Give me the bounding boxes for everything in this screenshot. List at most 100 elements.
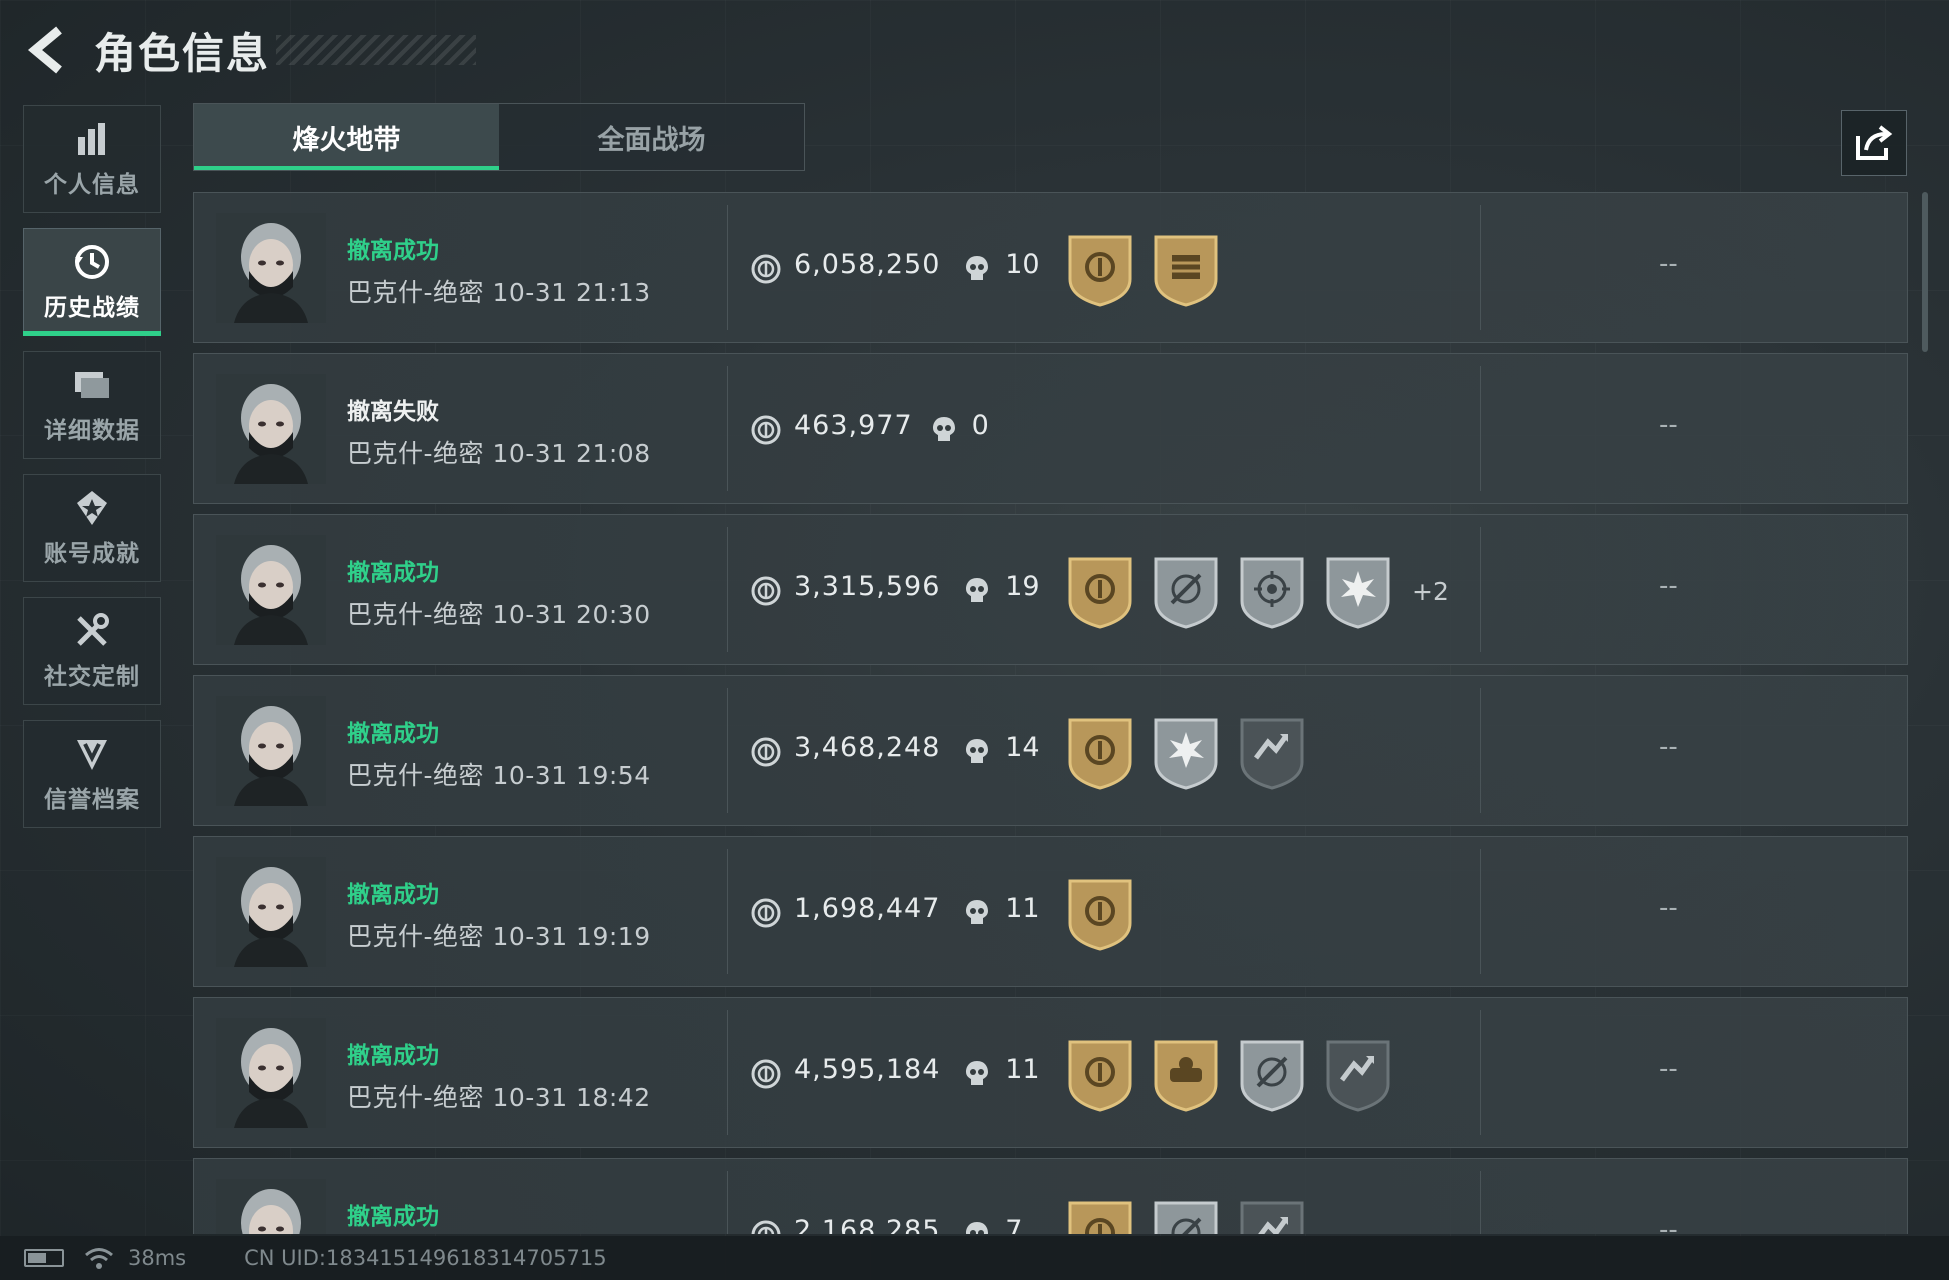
share-icon <box>1856 125 1893 160</box>
match-record-row[interactable]: 撤离成功巴克什-绝密 10-31 19:54 3,468,248 14 -- <box>193 675 1908 826</box>
extra-info: -- <box>1659 410 1678 440</box>
gold-crate-badge-icon[interactable] <box>1152 231 1220 307</box>
extraction-status: 撤离失败 <box>347 399 439 425</box>
badge-list <box>1066 714 1324 790</box>
badge-list: +2 <box>1066 553 1449 629</box>
skull-icon <box>966 900 989 924</box>
gold-coin-badge-icon[interactable] <box>1066 714 1134 790</box>
kill-count: 7 <box>1005 1215 1023 1234</box>
haul-value: 2,168,285 <box>794 1215 941 1234</box>
operator-avatar <box>216 535 326 645</box>
more-badges-count[interactable]: +2 <box>1412 577 1449 606</box>
map-and-time: 巴克什-绝密 10-31 18:42 <box>347 1083 651 1112</box>
tab-fenghuo-zone[interactable]: 烽火地带 <box>194 104 499 170</box>
match-history-list: 撤离成功 巴克什-绝密 10-31 21:13 6,058,250 10 -- 撤离失败巴… <box>193 192 1908 1234</box>
silver-burst-badge-icon[interactable] <box>1152 714 1220 790</box>
operator-avatar <box>216 1018 326 1128</box>
extra-info: -- <box>1659 571 1678 601</box>
match-record-row[interactable]: 撤离成功巴克什-绝密 10-31 18:02,168,2857-- <box>193 1158 1908 1234</box>
tab-full-battlefield[interactable]: 全面战场 <box>499 104 804 170</box>
column-divider <box>727 527 728 652</box>
gold-coin-badge-icon[interactable] <box>1066 1036 1134 1112</box>
map-and-time: 巴克什-绝密 10-31 19:54 <box>347 761 651 790</box>
silver-burst-badge-icon[interactable] <box>1324 553 1392 629</box>
operator-avatar <box>216 857 326 967</box>
haul-value: 1,698,447 <box>794 893 941 924</box>
operator-avatar <box>216 1179 326 1234</box>
page-title: 角色信息 <box>94 28 271 78</box>
column-divider <box>727 205 728 330</box>
column-divider <box>1480 849 1481 974</box>
sidebar-item-label: 社交定制 <box>44 664 140 690</box>
extra-info: -- <box>1659 249 1678 279</box>
coin-icon <box>751 1059 781 1089</box>
dark-arrow-badge-icon[interactable] <box>1238 1197 1306 1234</box>
extraction-status: 撤离成功 <box>347 560 439 586</box>
extra-info: -- <box>1659 732 1678 762</box>
sidebar-item-history[interactable]: 历史战绩 <box>23 228 161 336</box>
badge-list <box>1066 1197 1324 1234</box>
dark-arrow-badge-icon[interactable] <box>1238 714 1306 790</box>
badge-list <box>1066 875 1152 951</box>
extraction-status: 撤离成功 <box>347 721 439 747</box>
column-divider <box>1480 1010 1481 1135</box>
coin-icon <box>751 898 781 928</box>
shield-v-icon <box>72 734 112 774</box>
skull-icon <box>966 1061 989 1085</box>
silver-crosshair-badge-icon[interactable] <box>1152 553 1220 629</box>
match-record-row[interactable]: 撤离成功 巴克什-绝密 10-31 18:42 4,595,184 11 -- <box>193 997 1908 1148</box>
haul-value: 4,595,184 <box>794 1054 941 1085</box>
sidebar-item-social-custom[interactable]: 社交定制 <box>23 597 161 705</box>
kill-count: 14 <box>1005 732 1040 763</box>
coin-icon <box>751 576 781 606</box>
kill-count: 10 <box>1005 249 1040 280</box>
extra-info: -- <box>1659 893 1678 923</box>
skull-icon <box>966 1222 989 1234</box>
sidebar-item-label: 信誉档案 <box>44 787 140 813</box>
column-divider <box>1480 527 1481 652</box>
sidebar-item-detailed-data[interactable]: 详细数据 <box>23 351 161 459</box>
badge-list <box>1066 1036 1410 1112</box>
match-record-row[interactable]: 撤离成功 巴克什-绝密 10-31 20:30 3,315,596 19 +2 -- <box>193 514 1908 665</box>
extraction-status: 撤离成功 <box>347 1043 439 1069</box>
gold-vehicle-badge-icon[interactable] <box>1152 1036 1220 1112</box>
bar-chart-icon <box>72 119 112 159</box>
operator-avatar <box>216 696 326 806</box>
map-and-time: 巴克什-绝密 10-31 21:13 <box>347 278 651 307</box>
haul-value: 3,468,248 <box>794 732 941 763</box>
operator-avatar <box>216 213 326 323</box>
clock-history-icon <box>72 242 112 282</box>
column-divider <box>727 688 728 813</box>
coin-icon <box>751 415 781 445</box>
column-divider <box>1480 688 1481 813</box>
gold-coin-badge-icon[interactable] <box>1066 553 1134 629</box>
extra-info: -- <box>1659 1054 1678 1084</box>
share-button[interactable] <box>1841 110 1907 176</box>
sidebar-item-personal-info[interactable]: 个人信息 <box>23 105 161 213</box>
gold-coin-badge-icon[interactable] <box>1066 875 1134 951</box>
header: 角色信息 <box>24 18 477 82</box>
list-scrollbar[interactable] <box>1922 192 1928 352</box>
title-decoration <box>276 35 477 65</box>
sidebar-item-achievements[interactable]: 账号成就 <box>23 474 161 582</box>
gold-coin-badge-icon[interactable] <box>1066 231 1134 307</box>
column-divider <box>727 366 728 491</box>
back-button[interactable] <box>24 22 70 78</box>
silver-crosshair-badge-icon[interactable] <box>1152 1197 1220 1234</box>
tools-icon <box>72 611 112 651</box>
match-record-row[interactable]: 撤离成功 巴克什-绝密 10-31 19:19 1,698,447 11 -- <box>193 836 1908 987</box>
silver-target-badge-icon[interactable] <box>1238 553 1306 629</box>
match-record-row[interactable]: 撤离失败 巴克什-绝密 10-31 21:08 463,977 0 -- <box>193 353 1908 504</box>
ping-readout: 38ms <box>128 1246 187 1270</box>
mode-tabs: 烽火地带 全面战场 <box>193 103 805 171</box>
column-divider <box>727 1010 728 1135</box>
dark-arrow-badge-icon[interactable] <box>1324 1036 1392 1112</box>
skull-icon <box>966 256 989 280</box>
column-divider <box>727 1171 728 1234</box>
coin-icon <box>751 737 781 767</box>
sidebar-item-credit-profile[interactable]: 信誉档案 <box>23 720 161 828</box>
coin-icon <box>751 254 781 284</box>
gold-coin-badge-icon[interactable] <box>1066 1197 1134 1234</box>
match-record-row[interactable]: 撤离成功 巴克什-绝密 10-31 21:13 6,058,250 10 -- <box>193 192 1908 343</box>
silver-crosshair-badge-icon[interactable] <box>1238 1036 1306 1112</box>
